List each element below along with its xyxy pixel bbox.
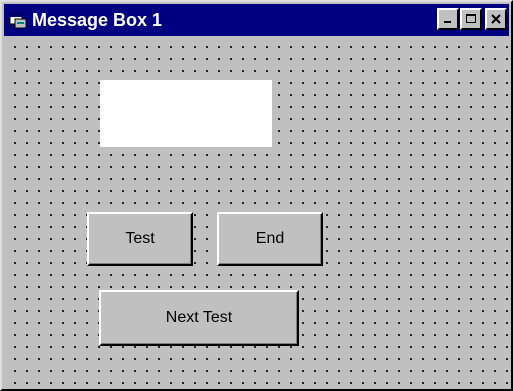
maximize-icon — [466, 14, 476, 23]
minimize-icon — [444, 21, 451, 23]
message-box-window: Message Box 1 Test End Next Test — [0, 0, 513, 391]
window-title: Message Box 1 — [32, 10, 163, 30]
test-button[interactable]: Test — [87, 212, 193, 266]
next-test-button[interactable]: Next Test — [99, 290, 299, 346]
end-button[interactable]: End — [217, 212, 323, 266]
title-bar-controls — [437, 8, 507, 30]
close-icon — [491, 14, 501, 24]
close-button[interactable] — [485, 8, 507, 30]
title-bar[interactable]: Message Box 1 — [4, 4, 509, 36]
form-app-icon[interactable] — [8, 10, 28, 30]
message-textbox[interactable] — [100, 80, 272, 147]
maximize-button[interactable] — [460, 8, 482, 30]
form-design-grid: Test End Next Test — [6, 38, 509, 389]
minimize-button[interactable] — [437, 8, 459, 30]
